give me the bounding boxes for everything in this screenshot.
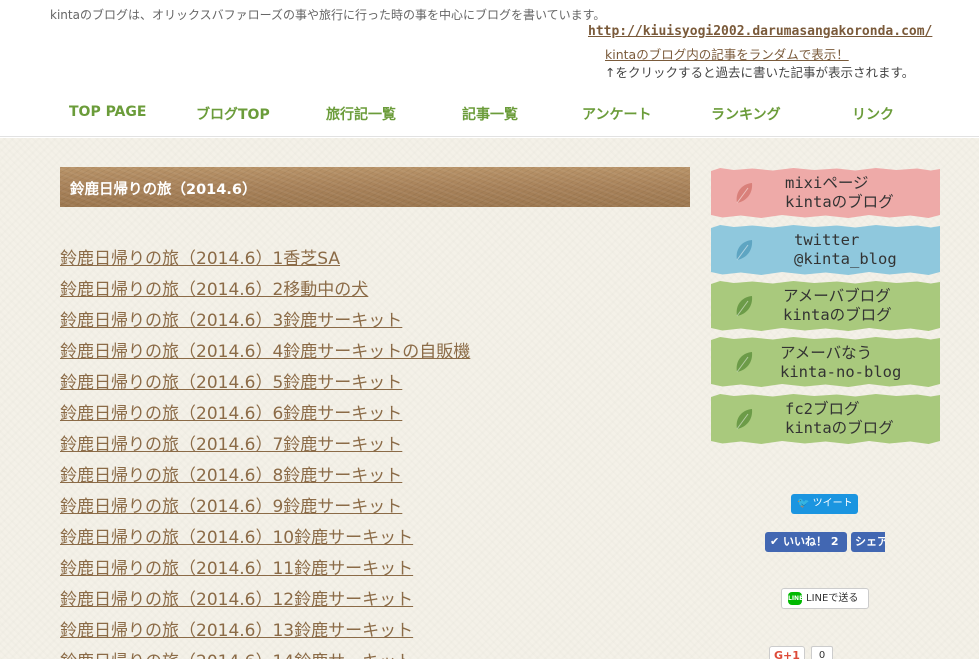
nav-item-article-list[interactable]: 記事一覧 [462,104,518,124]
article-link[interactable]: 鈴鹿日帰りの旅（2014.6）10鈴鹿サーキット [60,527,690,558]
tweet-button[interactable]: 🐦 ツイート [791,494,858,514]
article-link[interactable]: 鈴鹿日帰りの旅（2014.6）5鈴鹿サーキット [60,372,690,403]
article-link[interactable]: 鈴鹿日帰りの旅（2014.6）12鈴鹿サーキット [60,589,690,620]
article-link[interactable]: 鈴鹿日帰りの旅（2014.6）3鈴鹿サーキット [60,310,690,341]
banner-ameba-now[interactable]: アメーバなう kinta-no-blog [711,337,940,387]
banner-line2: kintaのブログ [783,306,892,324]
page-title: 鈴鹿日帰りの旅（2014.6） [70,182,257,198]
article-link[interactable]: 鈴鹿日帰りの旅（2014.6）6鈴鹿サーキット [60,403,690,434]
banner-line2: kintaのブログ [785,193,894,211]
article-link[interactable]: 鈴鹿日帰りの旅（2014.6）9鈴鹿サーキット [60,496,690,527]
banner-line2: kintaのブログ [785,419,894,437]
banner-fc2-blog[interactable]: fc2ブログ kintaのブログ [711,394,940,444]
banner-line2: kinta-no-blog [780,363,902,381]
leaf-icon [736,352,753,373]
banner-mixi[interactable]: mixiページ kintaのブログ [711,168,940,218]
main-nav: TOP PAGE ブログTOP 旅行記一覧 記事一覧 アンケート ランキング リ… [0,104,979,124]
nav-item-travel-list[interactable]: 旅行記一覧 [326,104,396,124]
line-send-label: LINEで送る [806,593,859,604]
google-plus-count: 0 [811,646,833,659]
twitter-bird-icon: 🐦 [797,498,810,509]
banner-line1: twitter [794,231,860,249]
nav-item-blog-top[interactable]: ブログTOP [196,104,270,124]
banner-line1: fc2ブログ [785,400,860,418]
line-send-button[interactable]: LINE LINEで送る [781,588,869,609]
leaf-icon [736,240,753,261]
banner-line2: @kinta_blog [794,250,897,268]
article-link[interactable]: 鈴鹿日帰りの旅（2014.6）8鈴鹿サーキット [60,465,690,496]
leaf-icon [736,409,753,430]
facebook-like-button[interactable]: ✔ いいね！ 2 [765,532,847,552]
article-link[interactable]: 鈴鹿日帰りの旅（2014.6）2移動中の犬 [60,279,690,310]
google-plus-button[interactable]: G+1 [769,646,805,659]
page-title-bar: 鈴鹿日帰りの旅（2014.6） [60,167,690,207]
site-tagline: kintaのブログは、オリックスバファローズの事や旅行に行った時の事を中心にブロ… [50,8,606,22]
article-link[interactable]: 鈴鹿日帰りの旅（2014.6）13鈴鹿サーキット [60,620,690,651]
article-link[interactable]: 鈴鹿日帰りの旅（2014.6）14鈴鹿サーキット [60,651,690,659]
nav-item-survey[interactable]: アンケート [582,104,651,124]
leaf-icon [736,296,753,317]
nav-item-ranking[interactable]: ランキング [711,104,781,124]
site-header: kintaのブログは、オリックスバファローズの事や旅行に行った時の事を中心にブロ… [0,0,979,137]
nav-item-links[interactable]: リンク [852,104,894,124]
article-link[interactable]: 鈴鹿日帰りの旅（2014.6）7鈴鹿サーキット [60,434,690,465]
banner-twitter[interactable]: twitter @kinta_blog [711,225,940,275]
article-link[interactable]: 鈴鹿日帰りの旅（2014.6）4鈴鹿サーキットの自販機 [60,341,690,372]
facebook-share-button[interactable]: シェア [851,532,885,552]
tweet-label: ツイート [812,498,853,509]
random-article-link[interactable]: kintaのブログ内の記事をランダムで表示！ [605,44,849,63]
random-article-note: ↑をクリックすると過去に書いた記事が表示されます。 [605,65,915,80]
banner-line1: mixiページ [785,174,869,192]
leaf-icon [736,183,753,204]
nav-item-top-page[interactable]: TOP PAGE [69,104,146,120]
article-link[interactable]: 鈴鹿日帰りの旅（2014.6）11鈴鹿サーキット [60,558,690,589]
line-icon: LINE [788,592,803,605]
site-url-link[interactable]: http://kiuisyogi2002.darumasangakoronda.… [588,24,932,39]
banner-ameba-blog[interactable]: アメーバブログ kintaのブログ [711,281,940,331]
article-list: 鈴鹿日帰りの旅（2014.6）1香芝SA 鈴鹿日帰りの旅（2014.6）2移動中… [60,248,690,659]
article-link[interactable]: 鈴鹿日帰りの旅（2014.6）1香芝SA [60,248,690,279]
banner-line1: アメーバブログ [783,287,891,305]
banner-line1: アメーバなう [780,344,873,362]
